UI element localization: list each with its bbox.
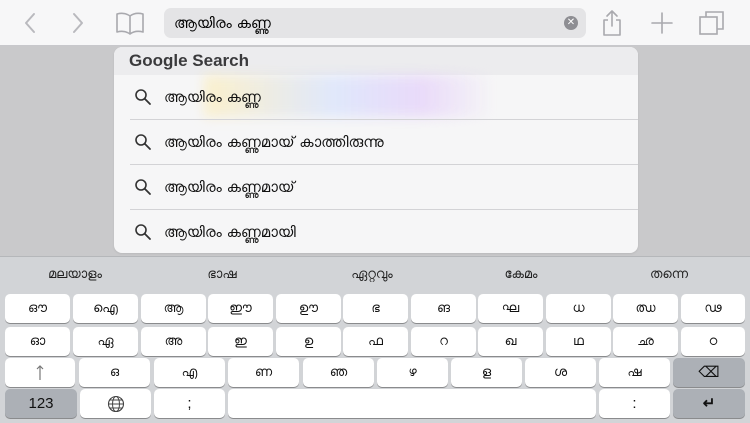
delete-icon: ⌫ bbox=[698, 364, 720, 381]
suggestion-item[interactable]: ആയിരം കണ്ണുമായ് കാത്തിരുന്നു bbox=[130, 120, 638, 165]
key[interactable]: ഠ bbox=[681, 327, 745, 356]
return-icon: ↵ bbox=[702, 395, 716, 412]
key[interactable]: എ bbox=[154, 358, 225, 387]
suggestion-item[interactable]: ആയിരം കണ്ണുമായ് bbox=[130, 165, 638, 210]
prediction-item[interactable]: കേമം bbox=[446, 257, 596, 292]
key[interactable]: ഖ bbox=[478, 327, 543, 356]
shift-icon bbox=[36, 364, 44, 380]
suggestions-header: Google Search bbox=[114, 47, 638, 75]
key[interactable]: ങ bbox=[411, 294, 476, 323]
key[interactable]: ഝ bbox=[613, 294, 678, 323]
semicolon-key[interactable]: ; bbox=[154, 389, 225, 418]
key[interactable]: ണ bbox=[228, 358, 299, 387]
key[interactable]: ഛ bbox=[613, 327, 678, 356]
clear-icon[interactable]: ✕ bbox=[564, 16, 578, 30]
key[interactable]: ധ bbox=[546, 294, 611, 323]
address-bar[interactable]: ആയിരം കണ്ണു ✕ bbox=[164, 8, 586, 38]
search-icon bbox=[135, 89, 151, 105]
key[interactable]: അ bbox=[141, 327, 206, 356]
key[interactable]: ഏ bbox=[73, 327, 138, 356]
prediction-item[interactable]: ഭാഷ bbox=[147, 257, 297, 292]
key[interactable]: ഐ bbox=[73, 294, 138, 323]
tabs-button[interactable] bbox=[697, 0, 727, 45]
key[interactable]: ഥ bbox=[546, 327, 611, 356]
key[interactable]: ഴ bbox=[377, 358, 448, 387]
key[interactable]: ആ bbox=[141, 294, 206, 323]
tabs-icon bbox=[699, 10, 724, 35]
back-icon bbox=[25, 12, 35, 33]
suggestion-text: ആയിരം കണ്ണുമായി bbox=[164, 223, 296, 241]
key[interactable]: ഒ bbox=[79, 358, 150, 387]
prediction-item[interactable]: തന്നെ bbox=[594, 257, 744, 292]
suggestion-item[interactable]: ആയിരം കണ്ണുമായി bbox=[130, 210, 638, 253]
search-icon bbox=[135, 134, 151, 150]
key[interactable]: ഔ bbox=[5, 294, 70, 323]
key[interactable]: ശ bbox=[525, 358, 596, 387]
prediction-bar: മലയാളം ഭാഷ ഏറ്റവും കേമം തന്നെ bbox=[0, 257, 750, 292]
search-suggestions: Google Search ആയിരം കണ്ണു ആയിരം കണ്ണുമായ… bbox=[114, 47, 638, 253]
bookmarks-button[interactable] bbox=[112, 0, 148, 45]
key[interactable]: ഫ bbox=[343, 327, 408, 356]
key[interactable]: റ bbox=[411, 327, 476, 356]
bookmarks-icon bbox=[116, 12, 144, 35]
key[interactable]: ഢ bbox=[681, 294, 745, 323]
share-button[interactable] bbox=[598, 0, 626, 45]
new-tab-icon bbox=[651, 11, 673, 34]
forward-icon bbox=[73, 12, 83, 33]
prediction-item[interactable]: ഏറ്റവും bbox=[297, 257, 447, 292]
keyboard: മലയാളം ഭാഷ ഏറ്റവും കേമം തന്നെ ഔ ഐ ആ ഈ ഊ … bbox=[0, 256, 750, 423]
key[interactable]: ഈ bbox=[208, 294, 273, 323]
suggestion-text: ആയിരം കണ്ണുമായ് കാത്തിരുന്നു bbox=[164, 133, 384, 151]
key[interactable]: ഞ bbox=[303, 358, 374, 387]
share-icon bbox=[603, 9, 621, 36]
key[interactable]: ഭ bbox=[343, 294, 408, 323]
address-bar-text[interactable]: ആയിരം കണ്ണു bbox=[174, 8, 271, 38]
key[interactable]: ഉ bbox=[276, 327, 341, 356]
search-icon bbox=[135, 179, 151, 195]
shift-key[interactable] bbox=[5, 358, 75, 387]
browser-toolbar: ആയിരം കണ്ണു ✕ bbox=[0, 0, 750, 46]
new-tab-button[interactable] bbox=[648, 0, 676, 45]
key[interactable]: ഊ bbox=[276, 294, 341, 323]
colon-key[interactable]: : bbox=[599, 389, 670, 418]
suggestion-text: ആയിരം കണ്ണുമായ് bbox=[164, 178, 295, 196]
search-icon bbox=[135, 224, 151, 240]
key[interactable]: ഘ bbox=[478, 294, 543, 323]
return-key[interactable]: ↵ bbox=[673, 389, 745, 418]
suggestion-item[interactable]: ആയിരം കണ്ണു bbox=[130, 75, 638, 120]
key[interactable]: ള bbox=[451, 358, 522, 387]
globe-key[interactable] bbox=[80, 389, 151, 418]
space-bar[interactable] bbox=[228, 389, 596, 418]
key[interactable]: ഓ bbox=[5, 327, 70, 356]
key[interactable]: ഷ bbox=[599, 358, 670, 387]
suggestions-list: ആയിരം കണ്ണു ആയിരം കണ്ണുമായ് കാത്തിരുന്നു… bbox=[114, 75, 638, 253]
back-button[interactable] bbox=[16, 0, 44, 45]
delete-key[interactable]: ⌫ bbox=[673, 358, 745, 387]
forward-button[interactable] bbox=[64, 0, 92, 45]
numbers-key[interactable]: 123 bbox=[5, 389, 77, 418]
suggestion-text: ആയിരം കണ്ണു bbox=[164, 88, 261, 106]
prediction-item[interactable]: മലയാളം bbox=[0, 257, 150, 292]
key[interactable]: ഇ bbox=[208, 327, 273, 356]
globe-icon bbox=[107, 395, 124, 412]
